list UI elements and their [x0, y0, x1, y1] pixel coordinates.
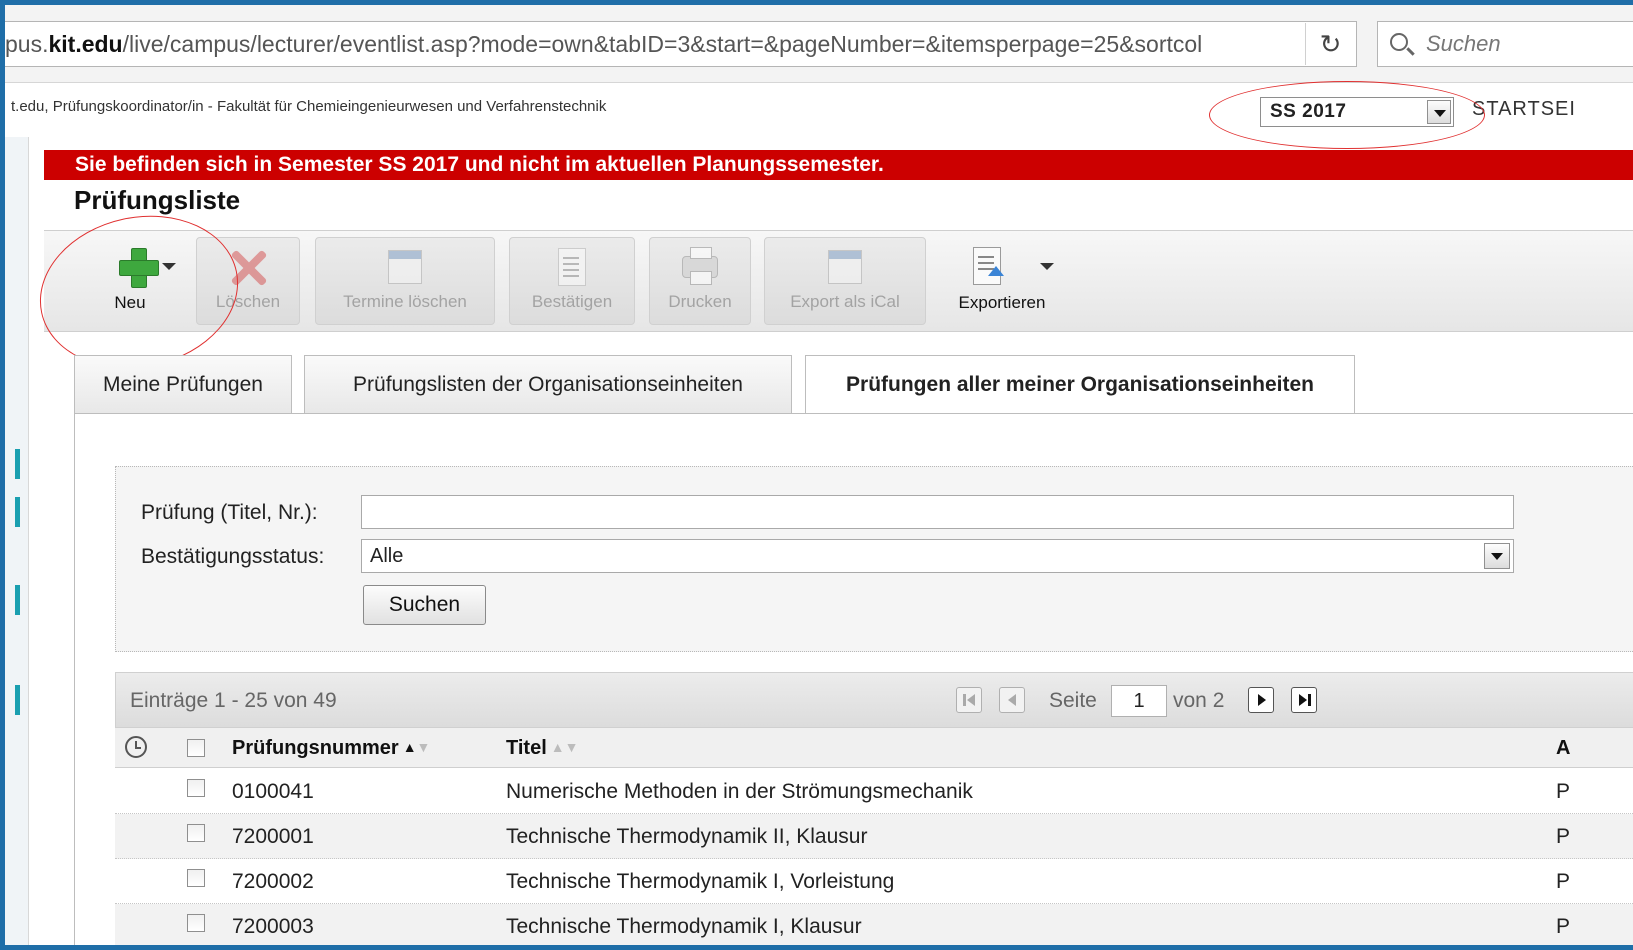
exam-title[interactable]: Technische Thermodynamik I, Klausur	[506, 915, 862, 939]
page-total: von 2	[1173, 689, 1225, 712]
next-page-button[interactable]	[1248, 687, 1274, 713]
chevron-down-icon[interactable]	[1484, 543, 1510, 569]
delete-dates-button[interactable]: Termine löschen	[315, 237, 495, 325]
status-value: Alle	[370, 545, 404, 567]
confirm-label: Bestätigen	[531, 292, 613, 311]
select-all-checkbox[interactable]	[187, 739, 205, 757]
status-filter-label: Bestätigungsstatus:	[141, 545, 325, 568]
search-placeholder: Suchen	[1426, 31, 1501, 56]
printer-icon	[680, 247, 720, 288]
table-row[interactable]: 7200003 Technische Thermodynamik I, Klau…	[115, 904, 1633, 945]
exam-a-cell: P	[1556, 915, 1571, 938]
exam-filter-label: Prüfung (Titel, Nr.):	[141, 501, 318, 524]
table-row[interactable]: 7200002 Technische Thermodynamik I, Vorl…	[115, 859, 1633, 904]
sort-icon[interactable]: ▲▼	[403, 739, 431, 755]
delete-dates-label: Termine löschen	[343, 292, 467, 311]
tab-panel: Prüfung (Titel, Nr.): Bestätigungsstatus…	[74, 413, 1633, 945]
highlight-ellipse-semester	[1209, 81, 1485, 149]
url-domain: kit.edu	[48, 31, 123, 57]
first-page-button[interactable]	[956, 687, 982, 713]
number-header-label: Prüfungsnummer	[232, 737, 399, 759]
first-page-icon	[963, 694, 966, 706]
calendar-export-icon	[825, 248, 865, 288]
status-select[interactable]: Alle	[361, 539, 1514, 573]
row-checkbox[interactable]	[187, 869, 205, 887]
last-page-icon	[1299, 694, 1307, 706]
page-title: Prüfungsliste	[74, 185, 241, 215]
side-marker	[15, 685, 20, 715]
row-checkbox[interactable]	[187, 914, 205, 932]
exam-a-cell: P	[1556, 825, 1571, 848]
chevron-down-icon[interactable]	[1040, 263, 1054, 270]
left-side-strip	[5, 137, 29, 945]
exam-number: 7200003	[232, 915, 314, 938]
reload-icon: ↻	[1319, 29, 1342, 59]
url-path: /live/campus/lecturer/eventlist.asp?mode…	[122, 31, 1203, 57]
row-checkbox[interactable]	[187, 824, 205, 842]
export-button[interactable]: Exportieren	[942, 237, 1062, 325]
print-label: Drucken	[668, 292, 732, 311]
print-button[interactable]: Drucken	[649, 237, 751, 325]
exam-number: 0100041	[232, 780, 314, 803]
address-bar[interactable]: pus.kit.edu/live/campus/lecturer/eventli…	[5, 21, 1357, 67]
last-page-button[interactable]	[1291, 687, 1317, 713]
exam-table: Einträge 1 - 25 von 49 Seite 1 von 2 Prü…	[115, 672, 1633, 945]
filter-box: Prüfung (Titel, Nr.): Bestätigungsstatus…	[115, 466, 1633, 652]
document-export-icon	[967, 247, 1007, 287]
browser-toolbar: pus.kit.edu/live/campus/lecturer/eventli…	[5, 5, 1633, 83]
previous-page-button[interactable]	[999, 687, 1025, 713]
previous-page-icon	[1008, 694, 1016, 706]
exam-title[interactable]: Technische Thermodynamik I, Vorleistung	[506, 870, 894, 894]
exam-number: 7200002	[232, 870, 314, 893]
tab-all-org-units[interactable]: Prüfungen aller meiner Organisationseinh…	[805, 355, 1355, 415]
sort-icon[interactable]: ▲▼	[551, 739, 579, 755]
column-header-title[interactable]: Titel ▲▼	[506, 737, 578, 760]
exam-number: 7200001	[232, 825, 314, 848]
tab-org-unit-lists[interactable]: Prüfungslisten der Organisationseinheite…	[304, 355, 792, 413]
table-header: Prüfungsnummer ▲▼ Titel ▲▼ A	[115, 728, 1633, 768]
next-page-icon	[1258, 694, 1266, 706]
column-header-number[interactable]: Prüfungsnummer ▲▼	[232, 737, 430, 760]
export-ical-button[interactable]: Export als iCal	[764, 237, 926, 325]
search-icon	[1390, 33, 1408, 51]
entries-count: Einträge 1 - 25 von 49	[130, 689, 337, 712]
pager: Einträge 1 - 25 von 49 Seite 1 von 2	[115, 672, 1633, 728]
document-check-icon	[552, 248, 592, 288]
exam-search-input[interactable]	[361, 495, 1514, 529]
exam-title[interactable]: Numerische Methoden in der Strömungsmech…	[506, 780, 973, 804]
exam-a-cell: P	[1556, 780, 1571, 803]
exam-title[interactable]: Technische Thermodynamik II, Klausur	[506, 825, 867, 849]
side-marker	[15, 497, 20, 527]
search-button[interactable]: Suchen	[363, 585, 486, 625]
page-number-input[interactable]: 1	[1111, 685, 1167, 717]
row-checkbox[interactable]	[187, 779, 205, 797]
reload-button[interactable]: ↻	[1305, 23, 1355, 65]
title-header-label: Titel	[506, 737, 547, 759]
table-row[interactable]: 7200001 Technische Thermodynamik II, Kla…	[115, 814, 1633, 859]
exam-a-cell: P	[1556, 870, 1571, 893]
action-toolbar: Neu Löschen Termine löschen Bestätigen D…	[44, 230, 1633, 332]
page-label: Seite	[1049, 689, 1097, 712]
confirm-button[interactable]: Bestätigen	[509, 237, 635, 325]
side-marker	[15, 585, 20, 615]
tabs-area: Meine Prüfungen Prüfungslisten der Organ…	[74, 355, 1633, 945]
export-ical-label: Export als iCal	[790, 292, 900, 311]
calendar-delete-icon	[385, 248, 425, 288]
tab-my-exams[interactable]: Meine Prüfungen	[74, 355, 292, 413]
semester-warning-banner: Sie befinden sich in Semester SS 2017 un…	[44, 150, 1633, 180]
export-label: Exportieren	[958, 293, 1046, 312]
startseite-link[interactable]: STARTSEI	[1472, 98, 1576, 121]
side-marker	[15, 449, 20, 479]
browser-window: pus.kit.edu/live/campus/lecturer/eventli…	[0, 0, 1633, 950]
url-prefix: pus.	[5, 31, 49, 57]
column-header-a[interactable]: A	[1556, 737, 1570, 760]
user-role-text: t.edu, Prüfungskoordinator/in - Fakultät…	[11, 98, 607, 115]
browser-search-input[interactable]: Suchen	[1377, 21, 1633, 67]
table-row[interactable]: 0100041 Numerische Methoden in der Ström…	[115, 769, 1633, 814]
clock-icon	[125, 736, 147, 758]
